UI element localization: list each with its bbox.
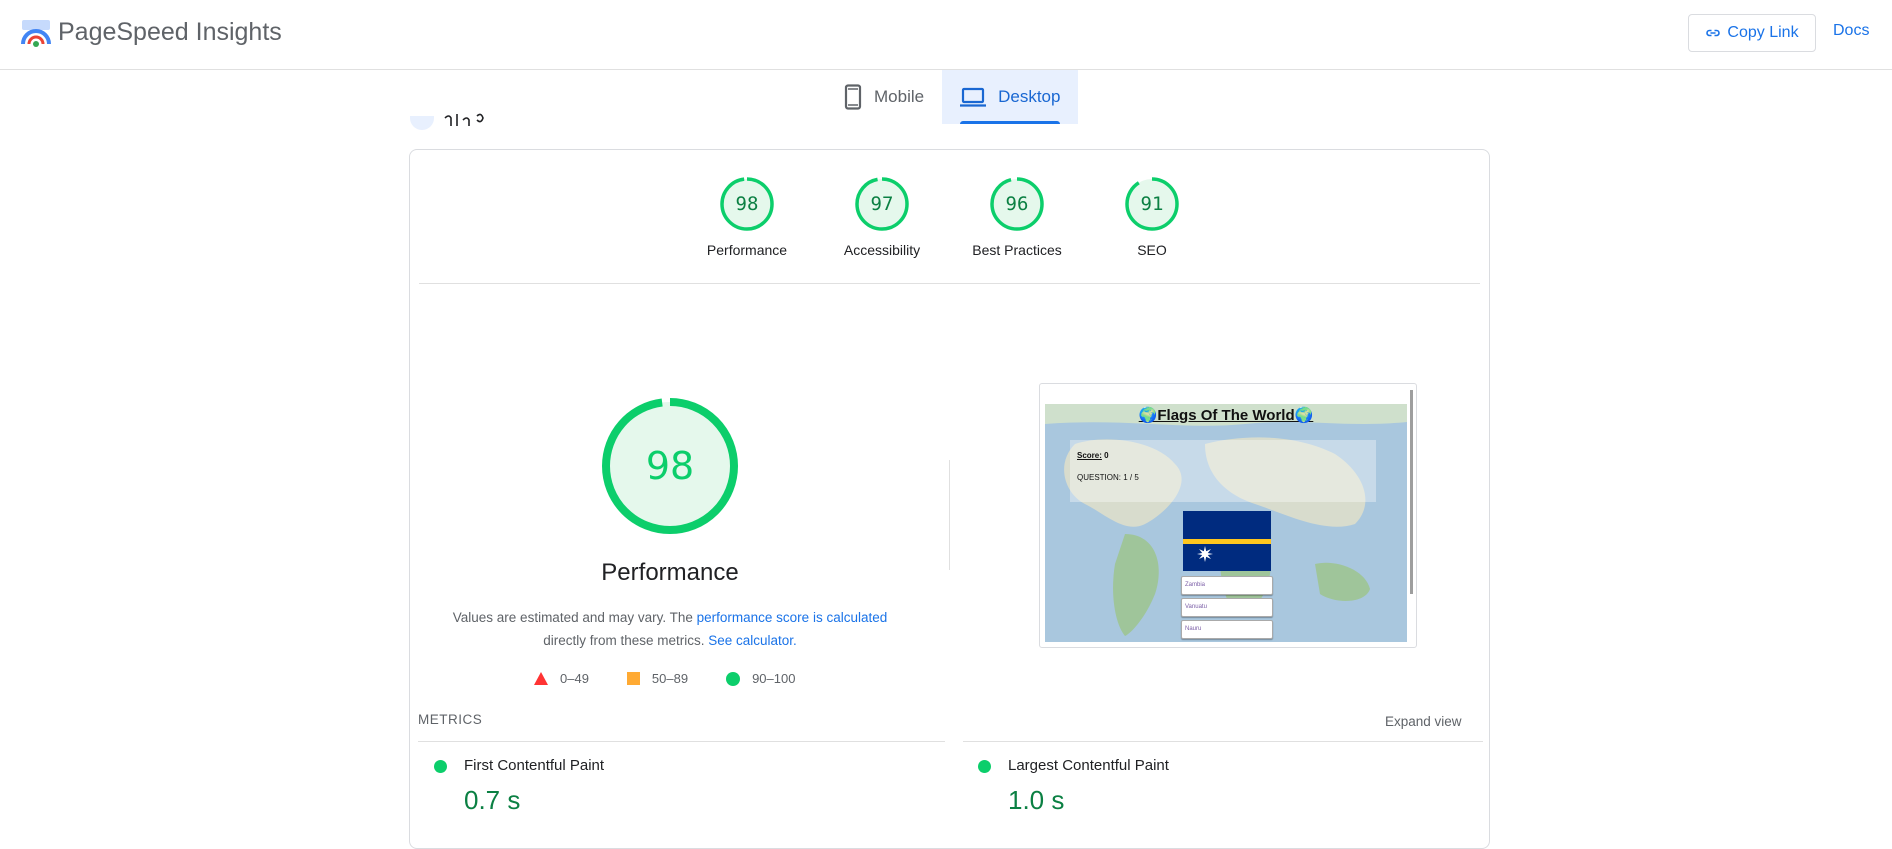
gauge-score: 97 (870, 193, 894, 215)
legend-range: 90–100 (752, 671, 796, 686)
answer-option: Nauru (1181, 620, 1273, 639)
laptop-icon (960, 87, 987, 107)
screenshot-viewport: 🌍Flags Of The World🌍 Score: 0 QUESTION: … (1045, 404, 1407, 642)
answer-option: Vanuatu (1181, 598, 1273, 617)
gauge-ring: 97 (854, 176, 910, 232)
game-panel (1070, 440, 1376, 502)
gauge-best-practices[interactable]: 96 Best Practices (950, 176, 1085, 258)
gauge-label: Best Practices (972, 242, 1062, 258)
tab-mobile-label: Mobile (874, 87, 925, 106)
pass-circle-icon (434, 760, 447, 773)
see-calculator-link[interactable]: See calculator. (708, 633, 797, 648)
device-tabs: Mobile Desktop (826, 70, 1079, 124)
phone-icon (844, 84, 862, 110)
gauge-label: Performance (706, 242, 788, 258)
metric-value: 1.0 s (1008, 785, 1065, 815)
gauge-score: 98 (735, 193, 759, 215)
gauge-ring: 91 (1124, 176, 1180, 232)
game-question: QUESTION: 1 / 5 (1077, 473, 1139, 482)
metric-value: 0.7 s (464, 785, 521, 815)
answer-option: Zambia (1181, 576, 1273, 595)
metrics-divider (418, 741, 945, 742)
game-title: 🌍Flags Of The World🌍 (1138, 407, 1314, 424)
flag-stripe (1183, 539, 1271, 544)
gauge-label: Accessibility (843, 242, 921, 258)
report-card: 98 Performance 97 Accessibility 96 Best … (409, 149, 1490, 849)
screenshot-scrollbar (1410, 390, 1413, 594)
tab-mobile[interactable]: Mobile (826, 70, 942, 124)
gauge-performance[interactable]: 98 Performance (680, 176, 815, 258)
expand-view-button[interactable]: Expand view (1385, 714, 1462, 729)
pass-circle-icon (978, 760, 991, 773)
description-text: Values are estimated and may vary. The (452, 610, 697, 625)
legend-range: 50–89 (651, 671, 689, 686)
gauge-seo[interactable]: 91 SEO (1085, 176, 1220, 258)
score-label: Score: (1077, 451, 1102, 460)
link-icon (1706, 29, 1721, 37)
gauge-ring: 96 (989, 176, 1045, 232)
triangle-icon (534, 672, 548, 685)
legend-fail: 0–49 (534, 671, 589, 686)
docs-link[interactable]: Docs (1833, 22, 1869, 40)
tab-desktop-label: Desktop (998, 87, 1061, 106)
metric-name: First Contentful Paint (464, 757, 605, 774)
score-value: 0 (1104, 451, 1109, 460)
app-title: PageSpeed Insights (58, 18, 282, 46)
score-legend: 0–49 50–89 90–100 (534, 671, 795, 686)
description-text-2: directly from these metrics. (543, 633, 709, 648)
square-icon (626, 672, 640, 685)
gauge-score: 96 (1005, 193, 1029, 215)
gauge-accessibility[interactable]: 97 Accessibility (815, 176, 950, 258)
legend-range: 0–49 (560, 671, 589, 686)
circle-icon (726, 671, 741, 686)
final-screenshot[interactable]: 🌍Flags Of The World🌍 Score: 0 QUESTION: … (1039, 383, 1417, 648)
copy-link-label: Copy Link (1727, 24, 1799, 41)
metrics-heading: METRICS (418, 712, 483, 727)
gauge-ring: 98 (719, 176, 775, 232)
section-divider (419, 283, 1480, 284)
star-icon (1197, 546, 1213, 562)
pagespeed-logo-icon (21, 20, 51, 47)
performance-score: 98 (645, 444, 695, 488)
scrolled-url-fragment (444, 113, 484, 126)
legend-average: 50–89 (626, 671, 689, 686)
nauru-flag (1183, 511, 1271, 571)
metric-name: Largest Contentful Paint (1008, 757, 1169, 774)
copy-link-button[interactable]: Copy Link (1688, 14, 1816, 52)
origin-avatar (410, 116, 434, 130)
performance-description: Values are estimated and may vary. The p… (440, 606, 900, 652)
gauge-score: 91 (1140, 193, 1164, 215)
top-bar: PageSpeed Insights Copy Link Docs (0, 0, 1892, 70)
tab-desktop[interactable]: Desktop (942, 70, 1079, 124)
performance-gauge: 98 (600, 396, 740, 536)
vertical-divider (949, 460, 950, 570)
performance-title: Performance (601, 559, 739, 586)
legend-pass: 90–100 (726, 671, 795, 686)
score-calculated-link[interactable]: performance score is calculated (697, 610, 888, 625)
metrics-divider (963, 741, 1483, 742)
category-gauges: 98 Performance 97 Accessibility 96 Best … (410, 176, 1489, 258)
gauge-label: SEO (1137, 242, 1167, 258)
game-score: Score: 0 (1077, 451, 1109, 460)
